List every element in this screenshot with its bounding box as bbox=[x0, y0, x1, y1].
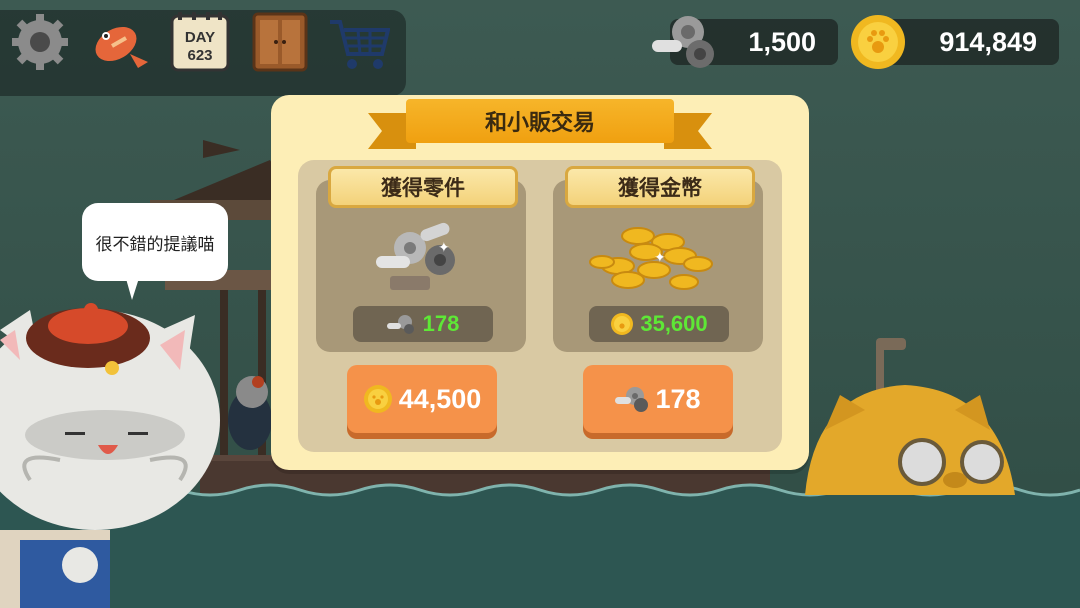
dock-cat bbox=[228, 376, 272, 450]
get-coins-title-banner: 獲得金幣 bbox=[565, 166, 755, 208]
get-parts-title-banner: 獲得零件 bbox=[328, 166, 518, 208]
get-coins-title: 獲得金幣 bbox=[618, 176, 702, 200]
paw-coin-icon bbox=[850, 14, 906, 70]
buy-coins-button[interactable]: 178 bbox=[583, 365, 733, 433]
dialog-title: 和小販交易 bbox=[484, 111, 595, 136]
paw-coin-icon bbox=[611, 313, 634, 335]
buy-parts-cost: 44,500 bbox=[398, 383, 482, 414]
gears-parts-icon bbox=[650, 10, 720, 74]
gears-parts-icon bbox=[615, 387, 649, 412]
gears-pile-icon: ✦ bbox=[370, 218, 470, 298]
npc-speech-bubble: 很不錯的提議喵 bbox=[82, 203, 228, 281]
settings-gear-icon[interactable] bbox=[8, 10, 72, 74]
paw-coin-icon bbox=[363, 385, 392, 413]
get-parts-reward-value: 178 bbox=[422, 311, 460, 336]
coins-counter-value: 914,849 bbox=[939, 26, 1037, 57]
svg-text:✦: ✦ bbox=[654, 250, 666, 266]
fish-icon[interactable] bbox=[88, 10, 152, 74]
buy-parts-button[interactable]: 44,500 bbox=[347, 365, 497, 433]
day-label: DAY bbox=[185, 29, 215, 46]
get-parts-reward: 178 bbox=[353, 306, 493, 342]
get-coins-reward: 35,600 bbox=[589, 306, 729, 342]
cart-icon[interactable] bbox=[326, 10, 391, 74]
day-number: 623 bbox=[187, 47, 212, 64]
door-icon[interactable] bbox=[248, 10, 312, 74]
coin-pile-icon: ✦ bbox=[588, 220, 728, 298]
get-parts-title: 獲得零件 bbox=[381, 176, 465, 200]
dialog-title-ribbon: 和小販交易 bbox=[406, 99, 674, 143]
calendar-day-icon[interactable]: DAY 623 bbox=[168, 10, 232, 74]
parts-counter-value: 1,500 bbox=[748, 26, 816, 57]
gears-parts-icon bbox=[386, 315, 414, 334]
npc-speech-text: 很不錯的提議喵 bbox=[95, 234, 215, 255]
cat-submarine bbox=[805, 338, 1015, 495]
svg-text:✦: ✦ bbox=[438, 240, 450, 256]
buy-coins-cost: 178 bbox=[655, 383, 701, 414]
get-coins-reward-value: 35,600 bbox=[640, 311, 708, 336]
